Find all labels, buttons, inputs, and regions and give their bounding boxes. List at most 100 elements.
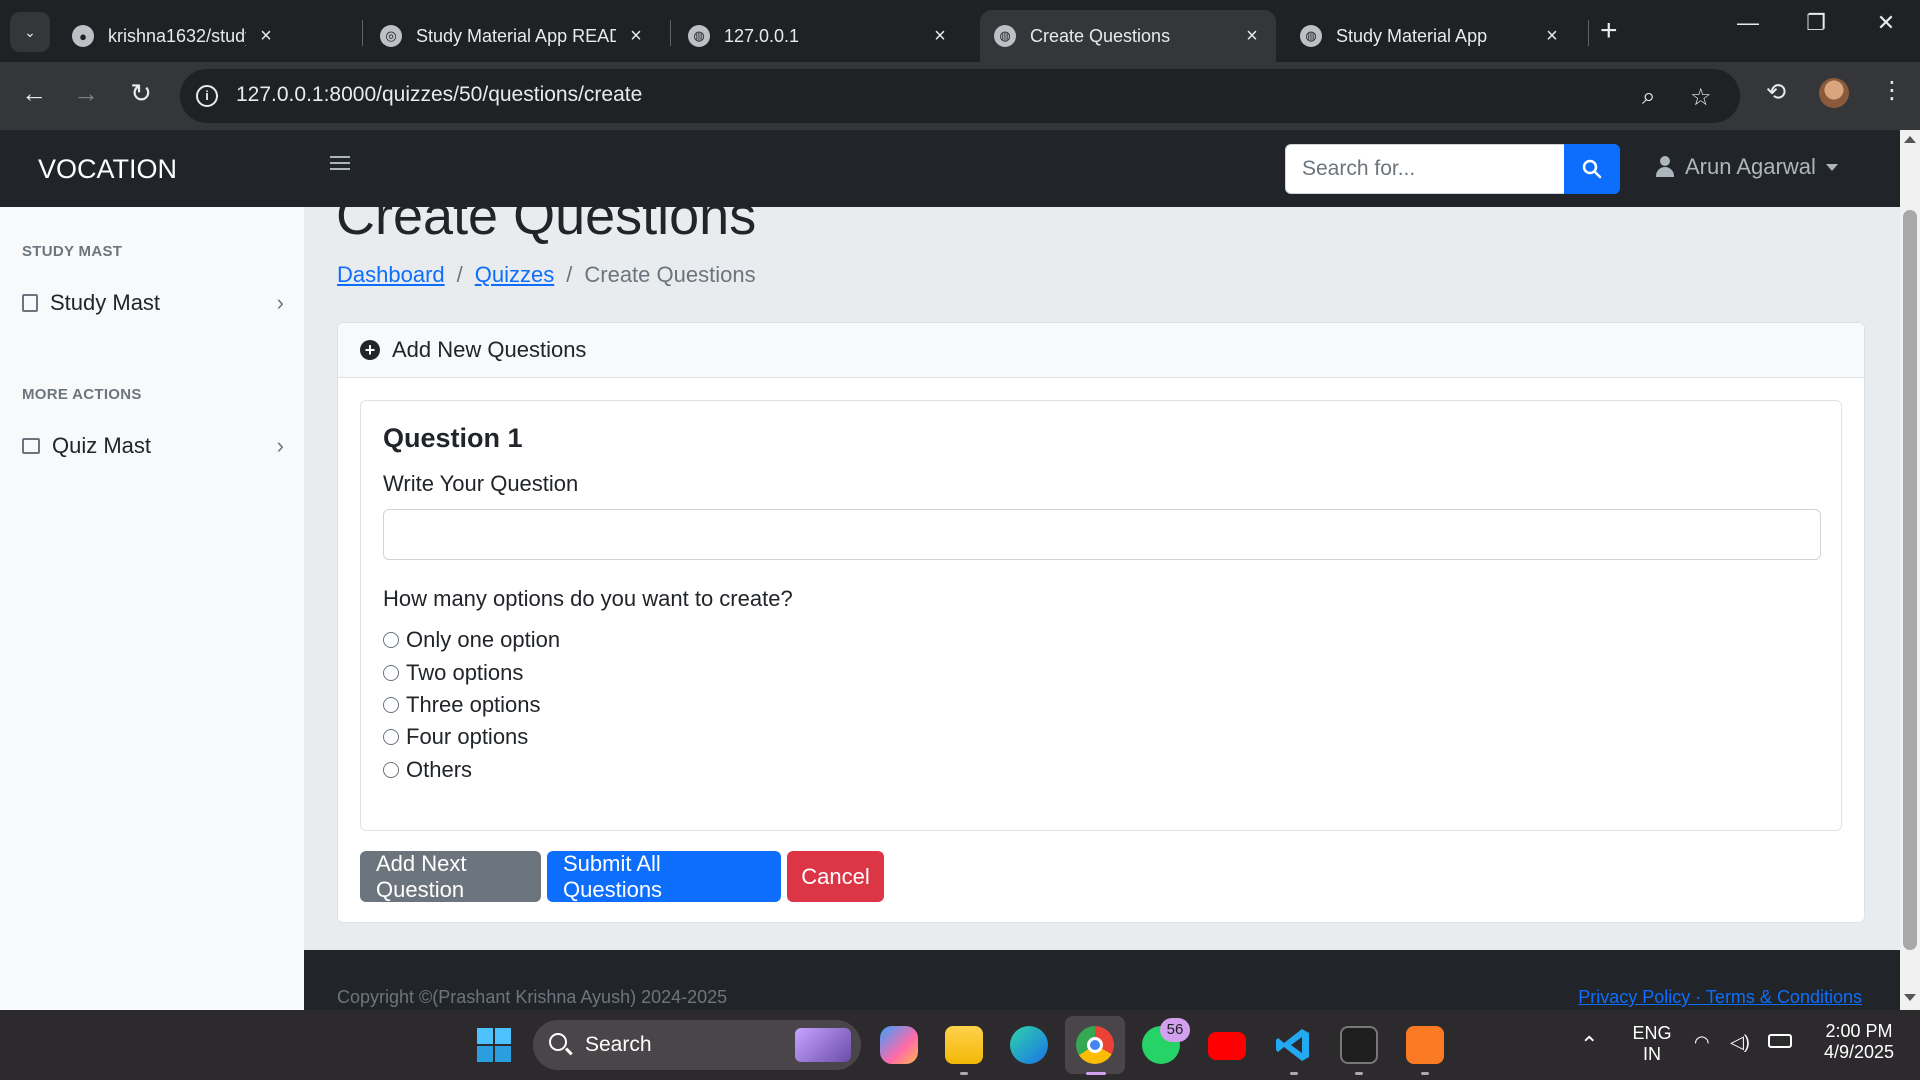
github-icon: ● bbox=[72, 25, 94, 47]
language-indicator[interactable]: ENG IN bbox=[1630, 1023, 1674, 1065]
active-indicator bbox=[1086, 1072, 1106, 1075]
option-radio-two[interactable]: Two options bbox=[383, 660, 523, 686]
tab-title: 127.0.0.1 bbox=[724, 25, 800, 46]
taskbar-search[interactable]: Search bbox=[533, 1020, 861, 1070]
volume-icon[interactable]: ◁) bbox=[1730, 1032, 1750, 1053]
search-button[interactable] bbox=[1564, 144, 1620, 194]
sidebar-heading: STUDY MAST bbox=[22, 243, 123, 260]
brand-logo[interactable]: VOCATION bbox=[38, 154, 177, 185]
tab-title: Create Questions bbox=[1030, 25, 1171, 46]
url-text[interactable]: 127.0.0.1:8000/quizzes/50/questions/crea… bbox=[236, 83, 642, 107]
sidebar-toggle-icon[interactable] bbox=[330, 154, 350, 172]
address-bar[interactable]: i 127.0.0.1:8000/quizzes/50/questions/cr… bbox=[180, 69, 1740, 123]
battery-icon[interactable] bbox=[1768, 1034, 1792, 1048]
close-icon[interactable]: × bbox=[626, 25, 646, 48]
bookmark-star-icon[interactable]: ☆ bbox=[1690, 83, 1712, 112]
user-name: Arun Agarwal bbox=[1685, 154, 1816, 179]
wifi-icon[interactable]: ◠ bbox=[1694, 1032, 1710, 1053]
region-code: IN bbox=[1643, 1044, 1661, 1064]
main-content: Create Questions Dashboard / Quizzes / C… bbox=[304, 186, 1900, 1010]
browser-tab-1[interactable]: ● krishna1632/study_mater × bbox=[58, 10, 290, 62]
browser-tab-active[interactable]: ◍ Create Questions × bbox=[980, 10, 1276, 62]
forward-arrow-icon[interactable]: → bbox=[68, 78, 104, 109]
more-menu-icon[interactable]: ⋮ bbox=[1880, 76, 1904, 105]
extension-icon[interactable]: ⟲ bbox=[1766, 78, 1786, 107]
search-input[interactable] bbox=[1285, 144, 1565, 194]
copilot-icon[interactable] bbox=[880, 1026, 918, 1064]
browser-tab-2[interactable]: ◎ Study Material App READ × bbox=[366, 10, 660, 62]
footer-links[interactable]: Privacy Policy · Terms & Conditions bbox=[1578, 987, 1862, 1008]
vscode-icon[interactable] bbox=[1274, 1026, 1312, 1064]
close-window-icon[interactable]: ✕ bbox=[1866, 10, 1906, 36]
navbar-search bbox=[1285, 144, 1620, 194]
scroll-up-icon[interactable] bbox=[1904, 136, 1916, 143]
option-radio-three[interactable]: Three options bbox=[383, 692, 541, 718]
option-radio-one[interactable]: Only one option bbox=[383, 627, 560, 653]
browser-tab-5[interactable]: ◍ Study Material App × bbox=[1286, 10, 1576, 62]
close-icon[interactable]: × bbox=[256, 25, 276, 48]
sidebar-heading: MORE ACTIONS bbox=[22, 386, 142, 403]
footer-copyright: Copyright ©(Prashant Krishna Ayush) 2024… bbox=[337, 987, 728, 1007]
page-scrollbar[interactable] bbox=[1900, 130, 1920, 1010]
profile-avatar[interactable] bbox=[1819, 78, 1849, 108]
tab-title: krishna1632/study_mater bbox=[108, 25, 246, 46]
close-icon[interactable]: × bbox=[930, 25, 950, 48]
site-info-icon[interactable]: i bbox=[196, 85, 218, 107]
web-page: VOCATION Arun Agarwal STUDY MAST Study M… bbox=[0, 130, 1900, 1010]
radio-button[interactable] bbox=[383, 762, 399, 778]
close-icon[interactable]: × bbox=[1242, 25, 1262, 48]
columns-icon bbox=[22, 438, 40, 454]
sidebar-item-study-mast[interactable]: Study Mast › bbox=[22, 288, 284, 318]
restore-icon[interactable]: ❐ bbox=[1796, 10, 1836, 36]
cancel-button[interactable]: Cancel bbox=[787, 851, 884, 902]
youtube-icon[interactable] bbox=[1208, 1032, 1246, 1060]
radio-label: Others bbox=[406, 757, 473, 782]
minimize-icon[interactable]: — bbox=[1728, 10, 1768, 36]
breadcrumb-quizzes-link[interactable]: Quizzes bbox=[475, 262, 554, 288]
tab-search-button[interactable]: ⌄ bbox=[10, 12, 50, 52]
notification-badge: 56 bbox=[1160, 1018, 1190, 1042]
chevron-up-icon[interactable]: ⌃ bbox=[1580, 1032, 1598, 1058]
windows-start-icon[interactable] bbox=[476, 1027, 512, 1063]
radio-button[interactable] bbox=[383, 729, 399, 745]
reload-icon[interactable]: ↻ bbox=[123, 78, 159, 109]
question-label: Write Your Question bbox=[383, 471, 579, 496]
chevron-right-icon: › bbox=[276, 433, 284, 458]
option-radio-four[interactable]: Four options bbox=[383, 724, 528, 750]
option-radio-others[interactable]: Others bbox=[383, 757, 472, 783]
submit-all-questions-button[interactable]: Submit All Questions bbox=[547, 851, 781, 902]
breadcrumb-dashboard-link[interactable]: Dashboard bbox=[337, 262, 445, 288]
tab-separator bbox=[670, 20, 671, 46]
question-input[interactable] bbox=[383, 509, 1821, 560]
radio-button[interactable] bbox=[383, 697, 399, 713]
add-next-question-button[interactable]: Add Next Question bbox=[360, 851, 541, 902]
browser-tab-3[interactable]: ◍ 127.0.0.1 × bbox=[674, 10, 964, 62]
radio-button[interactable] bbox=[383, 665, 399, 681]
scrollbar-thumb[interactable] bbox=[1903, 210, 1917, 950]
back-arrow-icon[interactable]: ← bbox=[16, 78, 52, 109]
card-header-title: Add New Questions bbox=[392, 337, 587, 362]
xampp-icon[interactable] bbox=[1406, 1026, 1444, 1064]
scroll-down-icon[interactable] bbox=[1904, 994, 1916, 1001]
close-icon[interactable]: × bbox=[1542, 25, 1562, 48]
user-dropdown[interactable]: Arun Agarwal bbox=[1655, 154, 1838, 180]
edge-icon[interactable] bbox=[1010, 1026, 1048, 1064]
browser-toolbar: ← → ↻ i 127.0.0.1:8000/quizzes/50/questi… bbox=[0, 62, 1920, 130]
options-count-label: How many options do you want to create? bbox=[383, 586, 793, 611]
globe-icon: ◍ bbox=[688, 25, 710, 47]
new-tab-plus-icon[interactable]: + bbox=[1600, 14, 1618, 48]
question-block: Question 1 Write Your Question How many … bbox=[360, 400, 1842, 831]
tab-separator bbox=[1588, 20, 1589, 46]
chatgpt-icon: ◎ bbox=[380, 25, 402, 47]
radio-button[interactable] bbox=[383, 632, 399, 648]
clock[interactable]: 2:00 PM 4/9/2025 bbox=[1814, 1021, 1904, 1063]
terminal-icon[interactable] bbox=[1340, 1026, 1378, 1064]
file-explorer-icon[interactable] bbox=[945, 1026, 983, 1064]
plus-circle-icon: + bbox=[360, 340, 380, 360]
breadcrumb-separator: / bbox=[566, 262, 573, 287]
sidebar-item-quiz-mast[interactable]: Quiz Mast › bbox=[22, 431, 284, 461]
breadcrumb: Dashboard / Quizzes / Create Questions bbox=[337, 262, 756, 288]
clock-time: 2:00 PM bbox=[1825, 1021, 1893, 1041]
zoom-icon[interactable]: ⌕ bbox=[1642, 83, 1655, 111]
chevron-right-icon: › bbox=[276, 290, 284, 315]
